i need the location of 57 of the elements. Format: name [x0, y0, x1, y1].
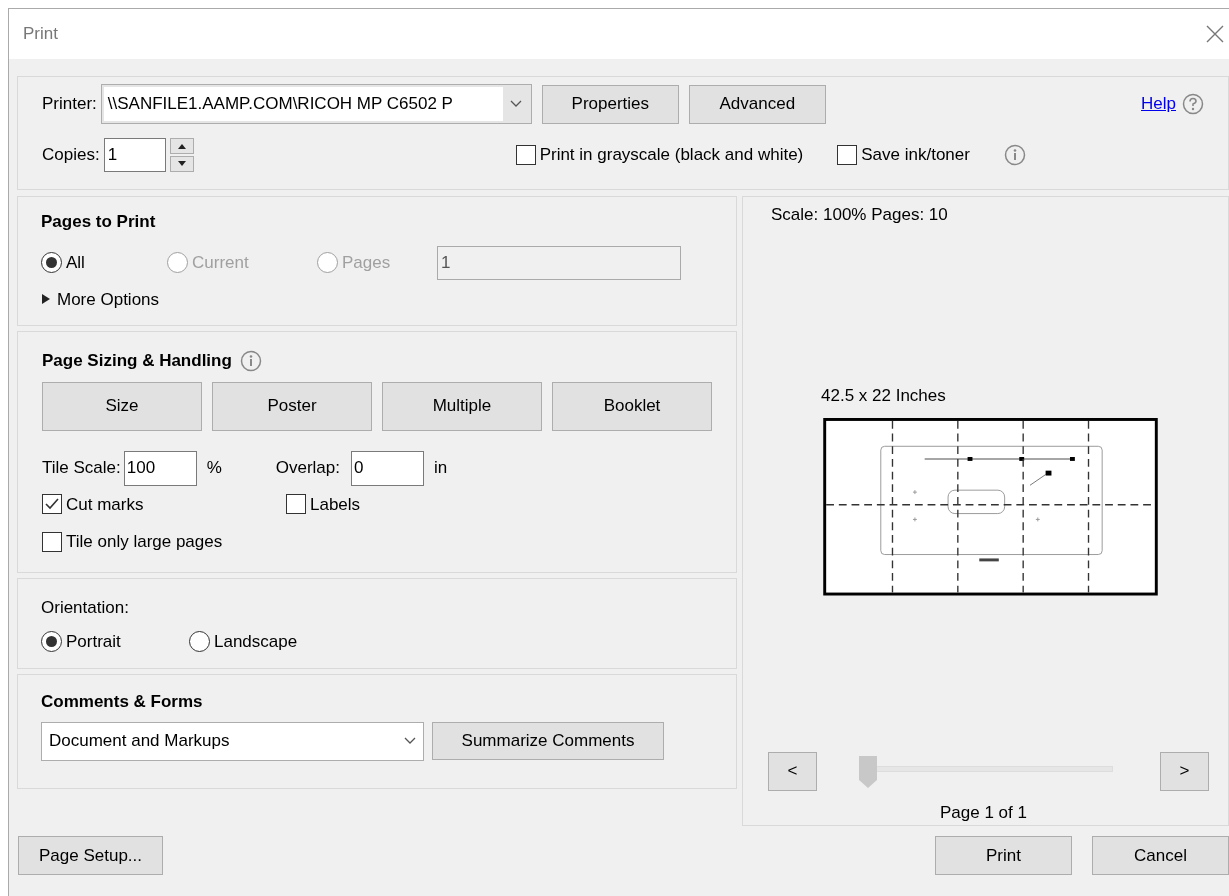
radio-option[interactable]: All	[41, 249, 167, 276]
comments-dropdown[interactable]: Document and Markups	[41, 721, 424, 761]
page-slider[interactable]	[859, 756, 1113, 786]
section-title: Pages to Print	[41, 211, 157, 233]
page-count-text: Page 1 of 1	[940, 801, 1028, 824]
radio-option[interactable]: Landscape	[189, 628, 337, 654]
unit-label: in	[434, 457, 448, 480]
mode-button[interactable]: Size	[42, 381, 202, 431]
copies-spinner[interactable]	[169, 138, 194, 172]
previous-page-button[interactable]: <	[768, 751, 817, 791]
copies-label: Copies:	[42, 144, 100, 167]
info-icon[interactable]	[239, 349, 262, 372]
more-options-toggle[interactable]: More Options	[41, 286, 160, 312]
size-text: 42.5 x 22 Inches	[821, 384, 947, 407]
option-checkbox[interactable]: Cut marks	[42, 491, 286, 517]
window-title: Print	[23, 23, 58, 46]
checkbox[interactable]	[837, 145, 858, 165]
field-label: Overlap:	[275, 457, 340, 480]
option-checkbox[interactable]: Print in grayscale (black and white)	[515, 142, 804, 168]
mode-button[interactable]: Poster	[212, 381, 372, 431]
dialog-button[interactable]: Properties	[541, 84, 679, 124]
printer-label: Printer:	[42, 93, 97, 116]
scale-text: Scale: 100% Pages: 10	[771, 204, 949, 226]
option-checkbox[interactable]: Labels	[286, 491, 486, 517]
section-title: Comments & Forms	[41, 691, 204, 713]
close-icon[interactable]	[1205, 24, 1225, 44]
printer-dropdown[interactable]: \\SANFILE1.AAMP.COM\RICOH MP C6502 P	[100, 84, 532, 124]
field-label: Tile Scale:	[42, 457, 121, 480]
checkbox[interactable]	[286, 494, 306, 515]
option-checkbox[interactable]: Save ink/toner	[837, 142, 970, 168]
cancel-button[interactable]: Cancel	[1092, 836, 1229, 875]
dialog-button[interactable]: Advanced	[688, 84, 826, 124]
checkbox[interactable]	[42, 531, 62, 552]
radio-option[interactable]: Portrait	[41, 628, 189, 654]
unit-label: %	[206, 457, 223, 480]
help-link[interactable]: Help	[1141, 91, 1176, 117]
orientation-label: Orientation:	[41, 597, 130, 619]
overlap-field[interactable]: 0	[351, 450, 424, 486]
option-checkbox[interactable]: Tile only large pages	[42, 529, 286, 555]
next-page-button[interactable]: >	[1160, 751, 1209, 791]
radio-button[interactable]	[41, 630, 62, 652]
radio-button[interactable]	[189, 630, 210, 652]
mode-button[interactable]: Booklet	[552, 381, 712, 431]
summarize-button[interactable]: Summarize Comments	[432, 722, 664, 760]
radio-button[interactable]	[41, 252, 62, 273]
print-button[interactable]: Print	[935, 836, 1072, 875]
section-title: Page Sizing & Handling	[42, 350, 232, 372]
tile-scale-field[interactable]: 100	[123, 450, 197, 486]
copies-field[interactable]: 1	[103, 138, 166, 172]
page-setup-button[interactable]: Page Setup...	[18, 836, 163, 875]
checkbox[interactable]	[515, 145, 536, 165]
slider-thumb[interactable]	[859, 756, 877, 788]
info-icon[interactable]	[1003, 144, 1026, 166]
mode-button[interactable]: Multiple	[382, 381, 542, 431]
help-icon[interactable]	[1182, 93, 1204, 115]
checkbox[interactable]	[42, 494, 62, 515]
triangle-icon	[41, 293, 51, 306]
